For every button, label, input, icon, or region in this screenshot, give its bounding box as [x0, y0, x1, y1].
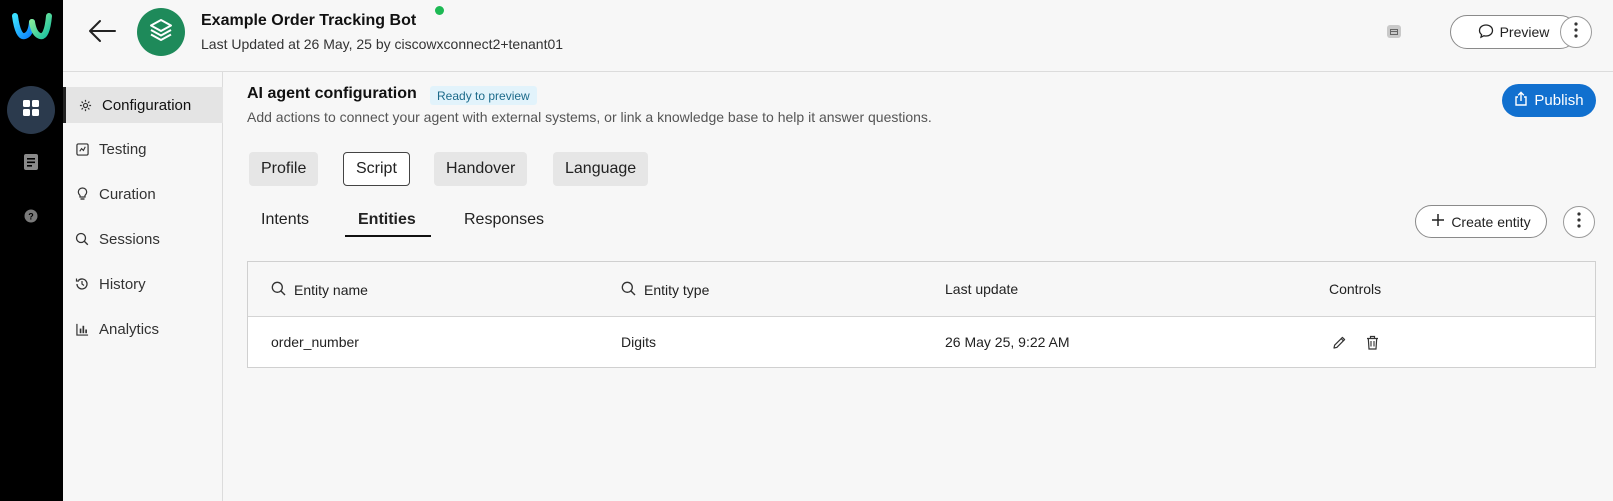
nav-label: Configuration — [102, 96, 192, 114]
nav-label: History — [99, 275, 146, 293]
gear-icon — [78, 98, 92, 112]
column-header-entity-type[interactable]: Entity type — [621, 281, 709, 299]
more-vertical-icon — [1574, 21, 1578, 43]
active-tab-indicator — [345, 235, 431, 237]
preview-button[interactable]: Preview — [1450, 15, 1577, 49]
tab-profile[interactable]: Profile — [249, 152, 319, 186]
bulb-icon — [75, 187, 89, 201]
table-header: Entity name Entity type Last update Cont… — [248, 262, 1595, 317]
layers-icon — [148, 17, 174, 48]
rail-documents-button[interactable] — [7, 140, 55, 188]
entity-name-cell: order_number — [271, 334, 359, 350]
main-content: AI agent configuration Ready to preview … — [224, 72, 1613, 501]
page-title: AI agent configuration — [247, 85, 417, 102]
back-button[interactable] — [85, 16, 119, 50]
create-entity-button[interactable]: Create entity — [1415, 205, 1547, 238]
document-icon — [23, 153, 39, 176]
column-header-last-update: Last update — [945, 281, 1019, 297]
dashboard-icon — [22, 99, 40, 122]
analytics-icon — [75, 322, 89, 336]
tab-handover[interactable]: Handover — [434, 152, 528, 186]
rail-help-button[interactable]: ? — [7, 194, 55, 242]
preview-label: Preview — [1499, 24, 1550, 40]
nav-item-history[interactable]: History — [63, 266, 223, 302]
last-update-cell: 26 May 25, 9:22 AM — [945, 334, 1070, 350]
trash-icon[interactable] — [1363, 333, 1381, 351]
svg-text:?: ? — [28, 211, 34, 221]
search-icon[interactable] — [621, 281, 636, 299]
status-badge: Ready to preview — [430, 86, 537, 105]
webex-logo — [12, 10, 52, 42]
help-icon: ? — [24, 209, 38, 228]
tab-entities[interactable]: Entities — [358, 211, 416, 229]
arrow-left-icon — [87, 19, 117, 48]
share-upload-icon — [1514, 91, 1528, 110]
more-vertical-icon — [1577, 211, 1581, 233]
table-row[interactable]: order_number Digits 26 May 25, 9:22 AM — [248, 317, 1595, 368]
nav-label: Analytics — [99, 320, 160, 338]
publish-label: Publish — [1534, 92, 1584, 109]
entity-type-cell: Digits — [621, 334, 657, 350]
nav-label: Sessions — [99, 230, 160, 248]
last-updated-text: Last Updated at 26 May, 25 by ciscowxcon… — [201, 36, 564, 52]
nav-item-configuration[interactable]: Configuration — [63, 87, 223, 123]
column-label: Entity type — [644, 282, 710, 298]
tab-language[interactable]: Language — [553, 152, 649, 186]
nav-label: Curation — [99, 185, 156, 203]
publish-button[interactable]: Publish — [1502, 84, 1596, 117]
calendar-icon[interactable] — [1387, 25, 1401, 38]
tab-intents[interactable]: Intents — [261, 211, 309, 229]
testing-icon — [75, 142, 89, 156]
chat-search-icon — [75, 232, 89, 246]
plus-icon — [1431, 213, 1445, 230]
nav-item-sessions[interactable]: Sessions — [63, 221, 223, 257]
online-status-dot — [435, 6, 444, 15]
search-icon[interactable] — [271, 281, 286, 299]
left-nav: Configuration Testing Curation Sessions … — [63, 72, 223, 501]
header-more-button[interactable] — [1560, 16, 1592, 48]
app-rail: ? — [0, 0, 63, 501]
chat-bubble-icon — [1478, 23, 1494, 42]
edit-icon[interactable] — [1330, 333, 1348, 351]
tab-script[interactable]: Script — [343, 152, 410, 186]
rail-dashboard-button[interactable] — [7, 86, 55, 134]
top-header: Example Order Tracking Bot Last Updated … — [63, 0, 1613, 72]
tab-responses[interactable]: Responses — [464, 211, 544, 229]
bot-title: Example Order Tracking Bot — [201, 12, 417, 29]
create-entity-label: Create entity — [1451, 213, 1531, 230]
page-description: Add actions to connect your agent with e… — [247, 109, 932, 125]
column-label: Entity name — [294, 282, 368, 298]
nav-item-testing[interactable]: Testing — [63, 131, 223, 167]
column-header-entity-name[interactable]: Entity name — [271, 281, 368, 299]
nav-item-curation[interactable]: Curation — [63, 176, 223, 212]
entities-table: Entity name Entity type Last update Cont… — [247, 261, 1596, 368]
nav-label: Testing — [99, 140, 147, 158]
entities-more-button[interactable] — [1563, 206, 1595, 238]
column-header-controls: Controls — [1329, 281, 1382, 297]
history-icon — [75, 277, 89, 291]
nav-item-analytics[interactable]: Analytics — [63, 311, 223, 347]
bot-avatar — [137, 8, 185, 56]
